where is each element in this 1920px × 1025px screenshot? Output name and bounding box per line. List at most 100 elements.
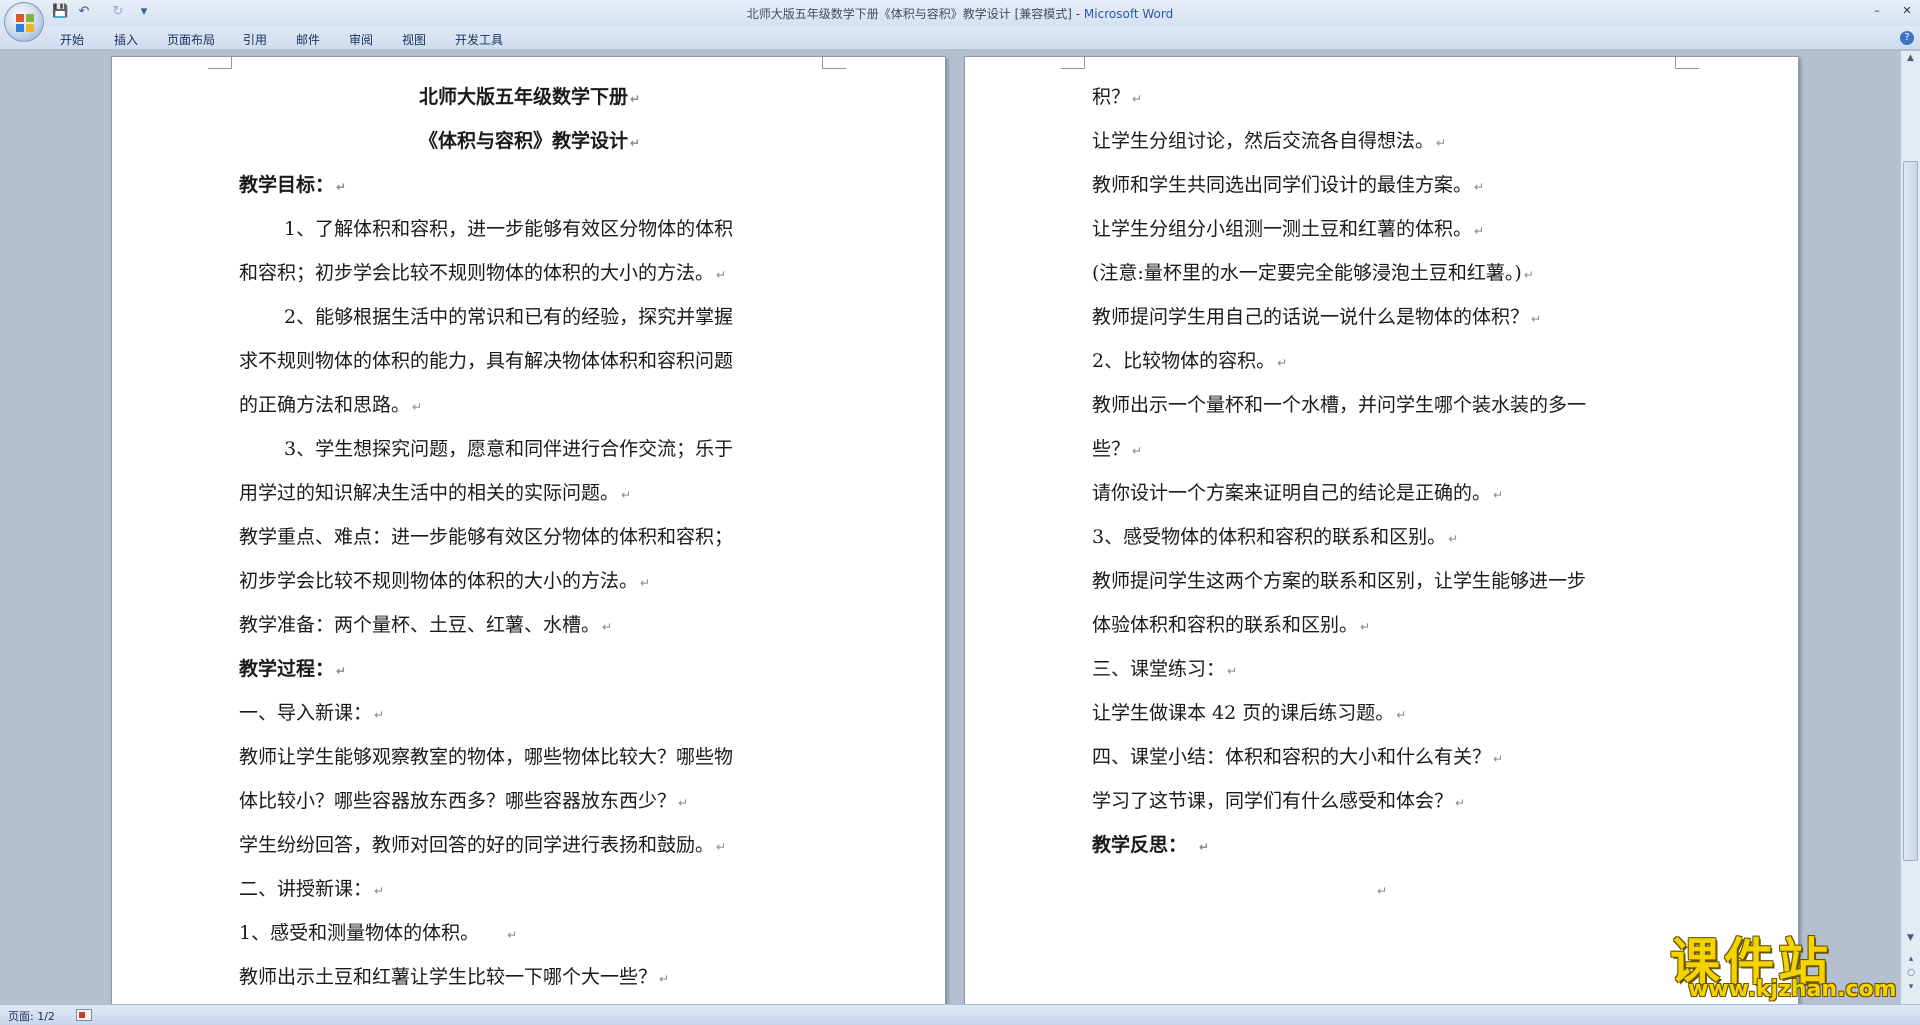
paragraph-mark: ↵ xyxy=(1132,92,1143,106)
paragraph: 1、了解体积和容积，进一步能够有效区分物体的体积 xyxy=(284,217,733,241)
status-bar: 页面: 1/2 xyxy=(0,1004,1920,1025)
ribbon-tabs: 开始 插入 页面布局 引用 邮件 审阅 视图 开发工具 ? xyxy=(0,26,1920,50)
text: 教师提问学生用自己的话说一说什么是物体的体积？ xyxy=(1092,306,1530,328)
paragraph: 2、能够根据生活中的常识和已有的经验，探究并掌握 xyxy=(284,305,733,329)
paragraph-mark: ↵ xyxy=(602,620,613,634)
paragraph: 教师出示土豆和红薯让学生比较一下哪个大一些？ ↵ xyxy=(239,965,669,991)
paragraph: 让学生分组分小组测一测土豆和红薯的体积。 ↵ xyxy=(1092,217,1484,243)
paragraph-mark: ↵ xyxy=(1448,532,1459,546)
paragraph: (注意:量杯里的水一定要完全能够浸泡土豆和红薯。) ↵ xyxy=(1092,261,1534,287)
text: 一、导入新课： xyxy=(239,702,373,724)
paragraph: 1、感受和测量物体的体积。 ↵ xyxy=(239,921,517,947)
text: 的正确方法和思路。 xyxy=(239,394,411,416)
text: 《体积与容积》教学设计 xyxy=(418,130,628,152)
text: 教学重点、难点：进一步能够有效区分物体的体积和容积； xyxy=(239,526,734,548)
paragraph: 四、课堂小结：体积和容积的大小和什么有关？ ↵ xyxy=(1092,745,1503,771)
text: 教学目标： xyxy=(239,174,335,196)
text: 让学生分组分小组测一测土豆和红薯的体积。 xyxy=(1092,218,1473,240)
tab-insert[interactable]: 插入 xyxy=(114,31,138,48)
text: 教师出示一个量杯和一个水槽，并问学生哪个装水装的多一 xyxy=(1092,394,1587,416)
paragraph: 体验体积和容积的联系和区别。 ↵ xyxy=(1092,613,1370,639)
page-2[interactable]: 积？ ↵ 让学生分组讨论，然后交流各自得想法。 ↵ 教师和学生共同选出同学们设计的最… xyxy=(964,56,1799,1004)
paragraph: 求不规则物体的体积的能力，具有解决物体体积和容积问题 xyxy=(239,349,733,373)
text: 教师提问学生这两个方案的联系和区别，让学生能够进一步 xyxy=(1092,570,1587,592)
window-title: 北师大版五年级数学下册《体积与容积》教学设计 [兼容模式] - Microsof… xyxy=(0,5,1920,22)
paragraph: 让学生做课本 42 页的课后练习题。 ↵ xyxy=(1092,701,1406,727)
macro-recording-icon[interactable] xyxy=(76,1009,92,1021)
vertical-scrollbar[interactable]: ▲ ▼ ▴ ○ ▾ xyxy=(1900,51,1920,1004)
close-button[interactable]: ✕ xyxy=(1896,4,1918,20)
paragraph: 3、感受物体的体积和容积的联系和区别。 ↵ xyxy=(1092,525,1458,551)
title-bar: 💾 ↶ ↻ ▾ 北师大版五年级数学下册《体积与容积》教学设计 [兼容模式] - … xyxy=(0,0,1920,42)
document-subtitle: 《体积与容积》教学设计 ↵ xyxy=(112,129,947,155)
text: 求不规则物体的体积的能力，具有解决物体体积和容积问题 xyxy=(239,350,734,372)
paragraph-mark: ↵ xyxy=(1455,796,1466,810)
text: 3、学生想探究问题，愿意和同伴进行合作交流；乐于 xyxy=(284,438,734,460)
text: 二、讲授新课： xyxy=(239,878,373,900)
empty-paragraph: ↵ xyxy=(1375,877,1387,903)
text: (注意:量杯里的水一定要完全能够浸泡土豆和红薯。) xyxy=(1092,262,1522,284)
paragraph-mark: ↵ xyxy=(1396,708,1407,722)
text: 教师让学生能够观察教室的物体，哪些物体比较大？哪些物 xyxy=(239,746,734,768)
text: 北师大版五年级数学下册 xyxy=(418,86,628,108)
paragraph: 三、课堂练习： ↵ xyxy=(1092,657,1237,683)
paragraph-mark: ↵ xyxy=(374,884,385,898)
paragraph: 教师提问学生用自己的话说一说什么是物体的体积？ ↵ xyxy=(1092,305,1541,331)
paragraph-mark: ↵ xyxy=(629,92,641,106)
paragraph-mark: ↵ xyxy=(1493,488,1504,502)
text: 让学生做课本 42 页的课后练习题。 xyxy=(1092,702,1395,724)
text: 和容积；初步学会比较不规则物体的体积的大小的方法。 xyxy=(239,262,715,284)
text: 教师出示土豆和红薯让学生比较一下哪个大一些？ xyxy=(239,966,658,988)
paragraph: 教学目标： ↵ xyxy=(239,173,346,199)
text: 1、感受和测量物体的体积。 xyxy=(239,922,480,944)
tab-view[interactable]: 视图 xyxy=(402,31,426,48)
paragraph: 积？ ↵ xyxy=(1092,85,1142,111)
text: 教师和学生共同选出同学们设计的最佳方案。 xyxy=(1092,174,1473,196)
text: 请你设计一个方案来证明自己的结论是正确的。 xyxy=(1092,482,1492,504)
tab-review[interactable]: 审阅 xyxy=(349,31,373,48)
tab-developer[interactable]: 开发工具 xyxy=(455,31,503,48)
paragraph: 教师和学生共同选出同学们设计的最佳方案。 ↵ xyxy=(1092,173,1484,199)
text: 体验体积和容积的联系和区别。 xyxy=(1092,614,1359,636)
paragraph: 2、比较物体的容积。 ↵ xyxy=(1092,349,1287,375)
scrollbar-thumb[interactable] xyxy=(1903,161,1918,861)
paragraph-mark: ↵ xyxy=(1277,356,1288,370)
page-1[interactable]: 北师大版五年级数学下册 ↵ 《体积与容积》教学设计 ↵ 教学目标： ↵ 1、了解体积和… xyxy=(111,56,946,1004)
paragraph: 一、导入新课： ↵ xyxy=(239,701,384,727)
crop-mark xyxy=(1061,57,1085,69)
paragraph: 教师让学生能够观察教室的物体，哪些物体比较大？哪些物 xyxy=(239,745,733,769)
crop-mark xyxy=(1675,57,1699,69)
paragraph: 体比较小？哪些容器放东西多？哪些容器放东西少？ ↵ xyxy=(239,789,688,815)
paragraph: 学习了这节课，同学们有什么感受和体会？ ↵ xyxy=(1092,789,1465,815)
tab-mailings[interactable]: 邮件 xyxy=(296,31,320,48)
paragraph: 和容积；初步学会比较不规则物体的体积的大小的方法。 ↵ xyxy=(239,261,726,287)
text: 3、感受物体的体积和容积的联系和区别。 xyxy=(1092,526,1447,548)
window-title-app: Microsoft Word xyxy=(1083,7,1174,21)
text: 让学生分组讨论，然后交流各自得想法。 xyxy=(1092,130,1435,152)
text: 2、比较物体的容积。 xyxy=(1092,350,1276,372)
paragraph: 教学重点、难点：进一步能够有效区分物体的体积和容积； xyxy=(239,525,733,549)
paragraph-mark: ↵ xyxy=(1199,840,1210,854)
paragraph: 二、讲授新课： ↵ xyxy=(239,877,384,903)
help-icon[interactable]: ? xyxy=(1900,31,1914,45)
text: 四、课堂小结：体积和容积的大小和什么有关？ xyxy=(1092,746,1492,768)
text: 教学过程： xyxy=(239,658,335,680)
paragraph-mark: ↵ xyxy=(716,840,727,854)
minimize-button[interactable]: – xyxy=(1866,4,1888,20)
page-counter[interactable]: 页面: 1/2 xyxy=(8,1008,55,1024)
text: 教学反思： xyxy=(1092,834,1188,856)
paragraph: 让学生分组讨论，然后交流各自得想法。 ↵ xyxy=(1092,129,1446,155)
scroll-up-icon[interactable]: ▲ xyxy=(1903,53,1918,68)
tab-home[interactable]: 开始 xyxy=(60,31,84,48)
tab-page-layout[interactable]: 页面布局 xyxy=(167,31,215,48)
paragraph-mark: ↵ xyxy=(1227,664,1238,678)
paragraph-mark: ↵ xyxy=(621,488,632,502)
document-area: 北师大版五年级数学下册 ↵ 《体积与容积》教学设计 ↵ 教学目标： ↵ 1、了解体积和… xyxy=(0,51,1900,1004)
text: 学习了这节课，同学们有什么感受和体会？ xyxy=(1092,790,1454,812)
paragraph: 学生纷纷回答，教师对回答的好的同学进行表扬和鼓励。 ↵ xyxy=(239,833,726,859)
office-button[interactable] xyxy=(4,2,44,42)
paragraph: 3、学生想探究问题，愿意和同伴进行合作交流；乐于 xyxy=(284,437,733,461)
tab-references[interactable]: 引用 xyxy=(243,31,267,48)
paragraph-mark: ↵ xyxy=(629,136,641,150)
paragraph-mark: ↵ xyxy=(1531,312,1542,326)
